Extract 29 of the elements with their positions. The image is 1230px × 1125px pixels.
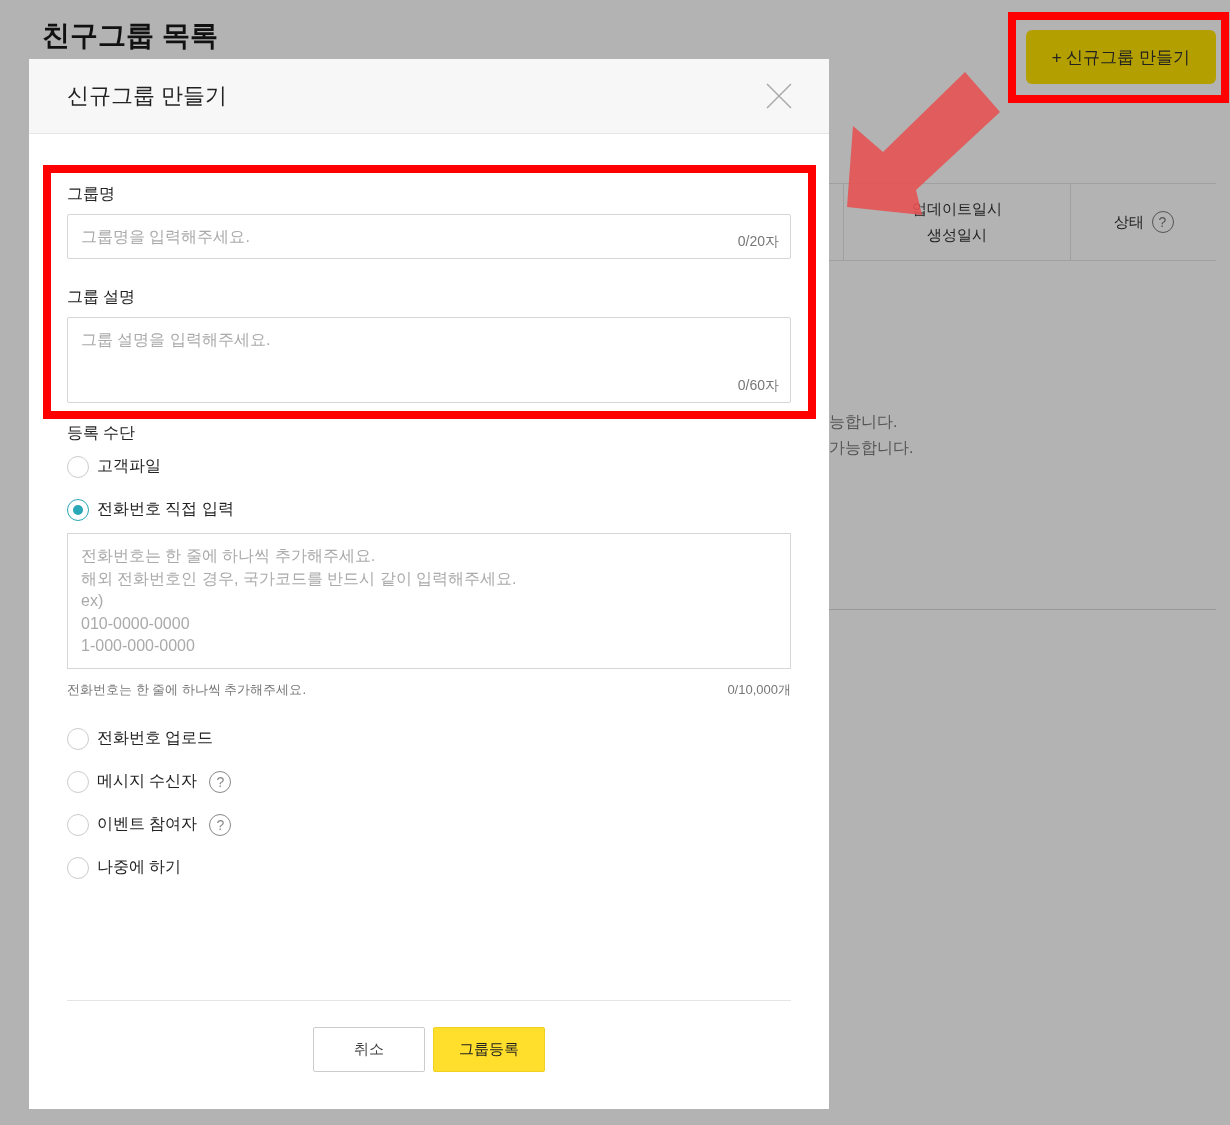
field-label: 그룹 설명 <box>67 287 136 307</box>
phone-number-field[interactable]: 전화번호는 한 줄에 하나씩 추가해주세요. 해외 전화번호인 경우, 국가코드를 반드시 같이 입력해주세요. ex) 010-0000-0000 1-000-000-0000 <box>67 533 791 669</box>
close-icon[interactable] <box>765 82 793 110</box>
radio-button[interactable] <box>67 498 89 521</box>
option-label[interactable]: 이벤트 참여자 <box>97 814 198 835</box>
option-label[interactable]: 나중에 하기 <box>97 857 182 878</box>
radio-button[interactable] <box>67 856 89 879</box>
field-label: 등록 수단 <box>67 423 136 443</box>
cancel-button[interactable]: 취소 <box>313 1027 425 1072</box>
create-group-button[interactable]: + 신규그룹 만들기 <box>1026 30 1216 84</box>
character-counter: 0/10,000개 <box>727 681 791 699</box>
character-counter: 0/60자 <box>737 377 779 395</box>
radio-button[interactable] <box>67 455 89 478</box>
field-label: 그룹명 <box>67 184 115 204</box>
option-label[interactable]: 메시지 수신자 <box>97 771 198 792</box>
register-button[interactable]: 그룹등록 <box>433 1027 545 1072</box>
radio-button[interactable] <box>67 813 89 836</box>
page-title: 친구그룹 목록 <box>42 19 218 53</box>
notice-text: 가능합니다. <box>829 438 915 458</box>
radio-button[interactable] <box>67 770 89 793</box>
dialog-title: 신규그룹 만들기 <box>67 82 228 110</box>
notice-text: 능합니다. <box>829 412 899 432</box>
column-header: 상태 <box>1113 212 1144 232</box>
hint-text: 전화번호는 한 줄에 하나씩 추가해주세요. <box>67 681 307 699</box>
radio-button[interactable] <box>67 727 89 750</box>
option-label[interactable]: 전화번호 업로드 <box>97 728 214 749</box>
character-counter: 0/20자 <box>737 233 779 251</box>
option-label[interactable]: 전화번호 직접 입력 <box>97 499 234 520</box>
option-label[interactable]: 고객파일 <box>97 456 161 477</box>
